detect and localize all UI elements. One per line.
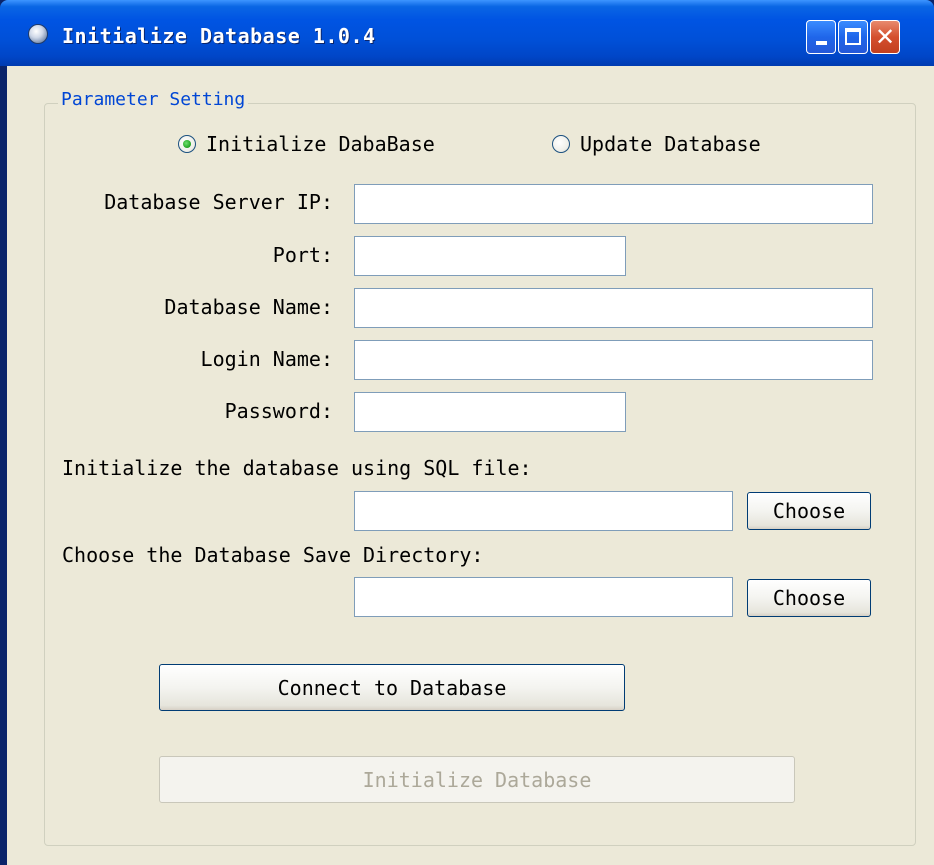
minimize-button[interactable] <box>806 20 836 54</box>
server-ip-input[interactable] <box>354 184 873 224</box>
minimize-icon <box>816 41 827 45</box>
radio-initialize-database[interactable]: Initialize DabaBase <box>178 131 435 157</box>
database-name-input[interactable] <box>354 288 873 328</box>
close-icon: ✕ <box>874 23 896 51</box>
sql-file-input[interactable] <box>354 491 733 531</box>
login-name-input[interactable] <box>354 340 873 380</box>
server-ip-label: Database Server IP: <box>104 190 333 214</box>
radio-label-initialize: Initialize DabaBase <box>206 132 435 156</box>
group-title: Parameter Setting <box>58 89 249 110</box>
password-label: Password: <box>224 399 333 423</box>
radio-checked-icon[interactable] <box>178 135 196 153</box>
save-directory-label: Choose the Database Save Directory: <box>62 543 484 567</box>
password-input[interactable] <box>354 392 626 432</box>
close-button[interactable]: ✕ <box>870 20 900 54</box>
connect-to-database-button[interactable]: Connect to Database <box>159 664 625 711</box>
database-app-icon[interactable] <box>28 24 48 44</box>
database-name-label: Database Name: <box>164 295 333 319</box>
radio-unchecked-icon[interactable] <box>552 135 570 153</box>
maximize-button[interactable] <box>838 20 868 54</box>
port-input[interactable] <box>354 236 626 276</box>
radio-update-database[interactable]: Update Database <box>552 131 761 157</box>
choose-save-directory-button[interactable]: Choose <box>747 579 871 617</box>
initialize-database-button[interactable]: Initialize Database <box>159 756 795 803</box>
sql-file-label: Initialize the database using SQL file: <box>62 456 532 480</box>
login-name-label: Login Name: <box>200 347 333 371</box>
radio-label-update: Update Database <box>580 132 761 156</box>
choose-sql-file-button[interactable]: Choose <box>747 492 871 530</box>
title-bar[interactable]: Initialize Database 1.0.4 ✕ <box>0 0 934 66</box>
save-directory-input[interactable] <box>354 577 733 617</box>
window-title: Initialize Database 1.0.4 <box>62 24 376 48</box>
window-client-area: Parameter Setting Initialize DabaBase Up… <box>7 66 934 865</box>
port-label: Port: <box>272 243 333 267</box>
app-window: Initialize Database 1.0.4 ✕ Parameter Se… <box>0 0 934 865</box>
maximize-icon <box>845 28 861 45</box>
